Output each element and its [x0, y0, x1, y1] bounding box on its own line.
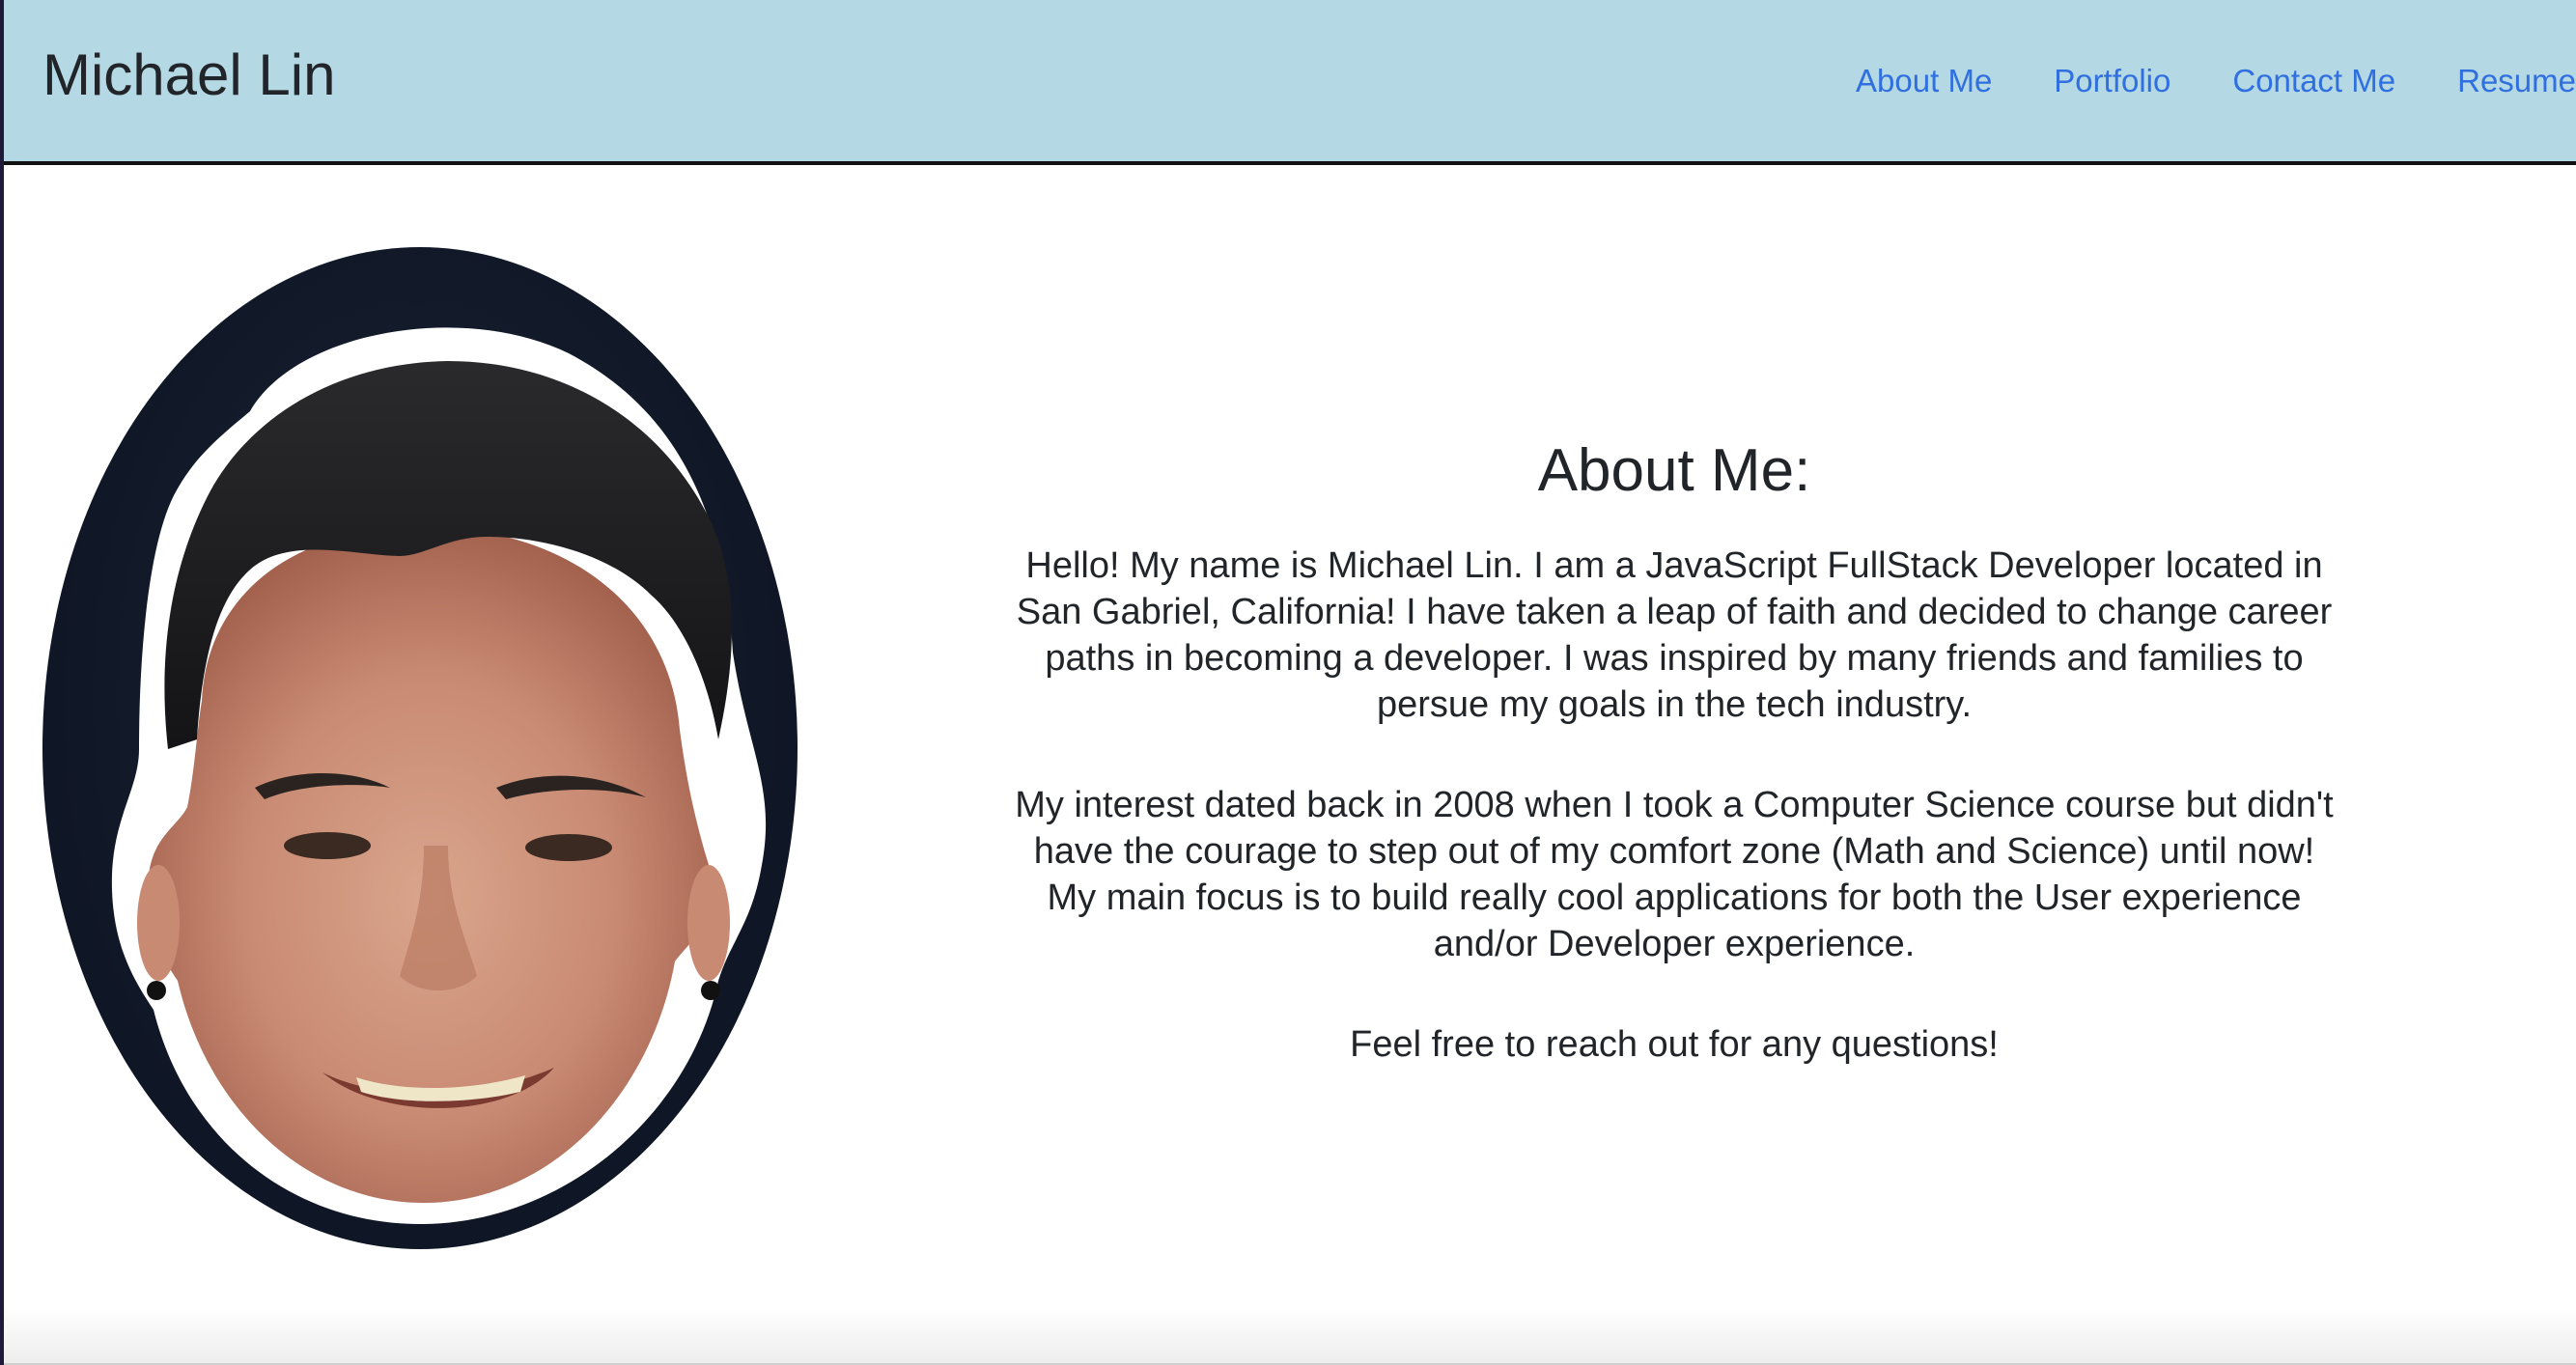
about-paragraph-intro: Hello! My name is Michael Lin. I am a Ja… [1016, 545, 2333, 725]
nav-link-contact-me[interactable]: Contact Me [2232, 62, 2395, 100]
nav-link-about-me[interactable]: About Me [1856, 62, 1992, 100]
page-bottom-edge [4, 1307, 2576, 1365]
about-section: About Me: Hello! My name is Michael Lin.… [969, 434, 2379, 1122]
navbar: Michael Lin About Me Portfolio Contact M… [4, 0, 2576, 165]
portrait-illustration [111, 327, 767, 1225]
about-heading: About Me: [1537, 437, 1811, 504]
page: Michael Lin About Me Portfolio Contact M… [0, 0, 2576, 1365]
nav-links: About Me Portfolio Contact Me Resume [1856, 62, 2576, 100]
brand-title[interactable]: Michael Lin [42, 41, 336, 110]
about-paragraph-contact: Feel free to reach out for any questions… [1350, 1024, 1999, 1065]
about-paragraph-interest: My interest dated back in 2008 when I to… [1015, 785, 2334, 964]
profile-photo [42, 247, 798, 1249]
nav-link-portfolio[interactable]: Portfolio [2054, 62, 2170, 100]
nav-link-resume[interactable]: Resume [2457, 62, 2576, 100]
